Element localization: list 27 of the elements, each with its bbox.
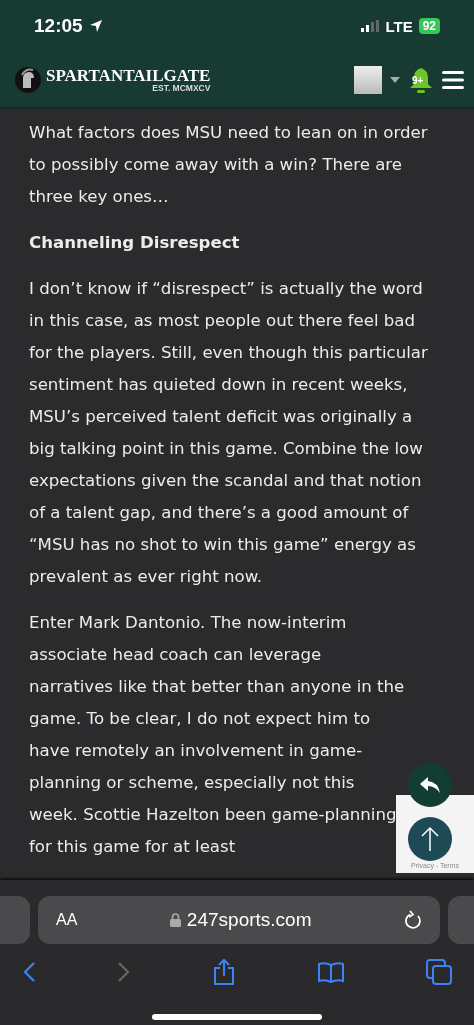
article-paragraph: What factors does MSU need to lean on in order to possibly come away with a win? There are three key ones… [29, 122, 429, 208]
network-label: LTE [385, 17, 413, 35]
text-size-button[interactable]: AA [56, 911, 78, 929]
logo-title: SPARTANTAILGATE [46, 66, 211, 84]
section-heading: Channeling Disrespect [29, 232, 241, 254]
article-paragraph: Enter Mark Dantonio. The now-interim associate head coach can leverage narratives like that better than anyone in the game. To be clear, I do not expect him to have remotely an involvement in game-planning or scheme, especially not this week. Scottie Hazelton been game-planning for this game for at least [29, 612, 406, 858]
reload-icon[interactable] [404, 910, 422, 930]
book-icon[interactable] [317, 961, 345, 983]
helmet-logo-icon [14, 65, 42, 94]
lock-icon [169, 913, 181, 927]
location-icon [88, 19, 103, 33]
battery-indicator: 92 [418, 18, 440, 34]
caret-icon[interactable] [390, 76, 400, 83]
reply-button[interactable] [408, 763, 452, 807]
status-time: 12:05 [34, 15, 83, 37]
article-paragraph: I don’t know if “disrespect” is actually the word in this case, as most people out there feel bad for the players. Still, even though this particular sentiment has quieted down in recent weeks, MSU’s perceived talent deficit was originally a big talking point in this game. Combine the low expectations given the scandal and that notion of a talent gap, and there’s a good amount of “MSU has no shot to win this game” energy as prevalent as ever right now. [29, 278, 429, 588]
address-bar[interactable]: AA 247sports.com [38, 896, 440, 944]
signal-icon [361, 20, 380, 32]
avatar[interactable] [354, 65, 382, 94]
url-text: 247sports.com [186, 909, 312, 931]
share-icon[interactable] [212, 958, 236, 986]
back-button[interactable] [22, 961, 36, 983]
menu-icon[interactable] [442, 70, 464, 89]
reply-arrow-icon [419, 776, 441, 794]
up-arrow-icon [420, 826, 440, 852]
logo-subtitle: EST. MCMXCV [152, 83, 211, 93]
tabs-icon[interactable] [426, 959, 452, 985]
